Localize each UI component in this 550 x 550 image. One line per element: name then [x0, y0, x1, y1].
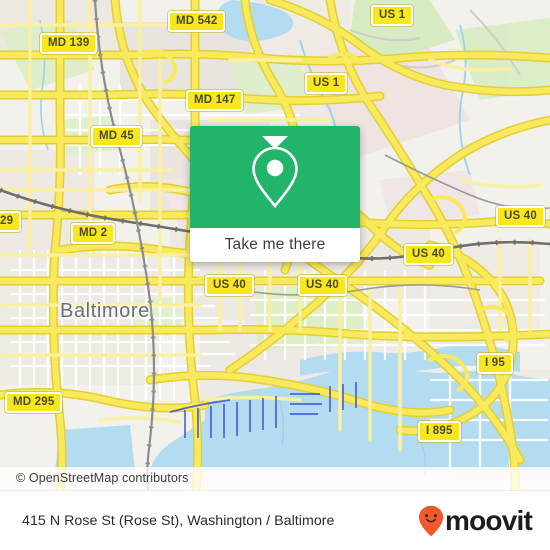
map-pin-icon	[252, 146, 298, 209]
city-label-baltimore: Baltimore	[60, 300, 150, 322]
road-shield: US 1	[305, 73, 348, 94]
road-shield: MD 139	[40, 33, 98, 54]
moovit-wordmark: moovit	[445, 504, 533, 536]
road-shield: MD 147	[186, 90, 244, 111]
road-shield: 29	[0, 211, 22, 232]
road-shield: US 40	[404, 244, 453, 265]
road-shield: I 895	[418, 421, 461, 442]
address-label: 415 N Rose St (Rose St), Washington / Ba…	[22, 512, 335, 529]
road-shield: US 40	[496, 206, 545, 227]
road-shield: MD 295	[5, 392, 63, 413]
take-me-there-label: Take me there	[224, 236, 326, 253]
road-shield: US 40	[298, 275, 347, 296]
osm-attribution[interactable]: © OpenStreetMap contributors	[0, 467, 550, 490]
road-shield: MD 2	[71, 223, 116, 244]
moovit-logo[interactable]: moovit	[418, 505, 550, 537]
screenshot-root: MD 542 US 1 MD 139 US 1 MD 147 MD 45 US …	[0, 0, 550, 550]
road-shield: US 40	[205, 275, 254, 296]
road-shield: MD 542	[168, 11, 226, 32]
popup-action-bar[interactable]: Take me there	[190, 228, 360, 262]
footer-bar: 415 N Rose St (Rose St), Washington / Ba…	[0, 490, 550, 550]
map-canvas[interactable]: MD 542 US 1 MD 139 US 1 MD 147 MD 45 US …	[0, 0, 550, 490]
moovit-pin-smiley-icon	[418, 505, 444, 536]
popup-pointer-arrow	[262, 136, 288, 149]
road-shield: I 95	[477, 353, 513, 374]
road-shield: MD 45	[91, 126, 142, 147]
road-shield: US 1	[371, 5, 414, 26]
